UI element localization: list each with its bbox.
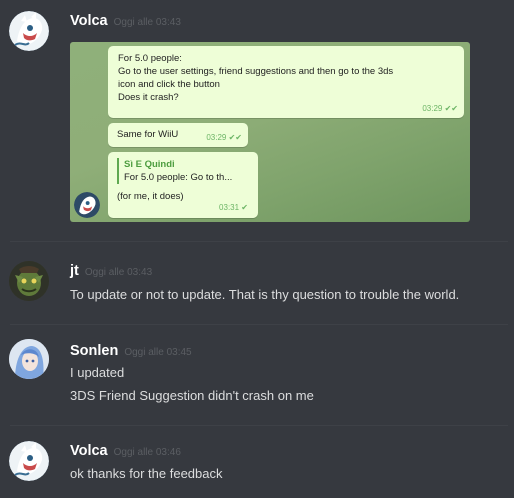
timestamp: Oggi alle 03:43 [84,267,153,278]
message-text: 3DS Friend Suggestion didn't crash on me [70,388,314,403]
reply-quote: Sì E Quindi For 5.0 people: Go to th... [117,158,258,184]
author-name[interactable]: jt [70,263,79,279]
username[interactable]: Volca Oggi alle 03:46 [70,443,181,459]
message-divider [10,241,508,242]
bubble-time: 03:29 ✔✔ [206,133,242,142]
timestamp: Oggi alle 03:43 [113,17,181,28]
chat-messages: Volca Oggi alle 03:43 For 5.0 people: Go … [0,0,514,498]
username[interactable]: Sonlen Oggi alle 03:45 [70,343,192,359]
message-divider [10,425,508,426]
avatar[interactable] [9,261,49,301]
white-creature-avatar-icon [74,192,100,218]
green-goblin-avatar-icon [9,261,49,301]
username[interactable]: jt Oggi alle 03:43 [70,263,152,279]
white-creature-avatar-icon [9,11,49,51]
message-group: Volca Oggi alle 03:46 ok thanks for the f… [0,432,514,498]
author-name[interactable]: Volca [70,13,108,29]
message-group: Volca Oggi alle 03:43 For 5.0 people: Go … [0,0,514,240]
bubble-line: Does it crash? [118,92,179,103]
image-attachment[interactable]: For 5.0 people: Go to the user settings,… [70,42,470,222]
blue-haired-avatar-icon [9,339,49,379]
bubble-line: For 5.0 people: [118,53,182,64]
username[interactable]: Volca Oggi alle 03:43 [70,13,181,29]
bubble-time: 03:31 ✔ [219,203,248,212]
message-group: Sonlen Oggi alle 03:45 I updated 3DS Frie… [0,333,514,413]
message-text: I updated [70,365,125,380]
timestamp: Oggi alle 03:46 [113,447,181,458]
avatar[interactable] [9,441,49,481]
bubble-line: icon and click the button [118,79,220,90]
bubble-line: Go to the user settings, friend suggesti… [118,66,394,77]
white-creature-avatar-icon [9,441,49,481]
avatar[interactable] [9,339,49,379]
timestamp: Oggi alle 03:45 [124,347,192,358]
message-group: jt Oggi alle 03:43 To update or not to up… [0,255,514,315]
author-name[interactable]: Volca [70,443,108,459]
avatar[interactable] [9,11,49,51]
telegram-avatar [74,192,100,218]
telegram-bubble: For 5.0 people: Go to the user settings,… [108,46,464,118]
message-text: To update or not to update. That is thy … [70,287,460,302]
telegram-bubble: Sì E Quindi For 5.0 people: Go to th... … [108,152,258,218]
reply-text: For 5.0 people: Go to th... [124,172,233,183]
author-name[interactable]: Sonlen [70,343,118,359]
telegram-bubble: Same for WiiU 03:29 ✔✔ [108,123,248,147]
bubble-time: 03:29 ✔✔ [422,104,458,113]
message-text: ok thanks for the feedback [70,466,223,481]
reply-name: Sì E Quindi [124,159,175,170]
message-divider [10,324,508,325]
